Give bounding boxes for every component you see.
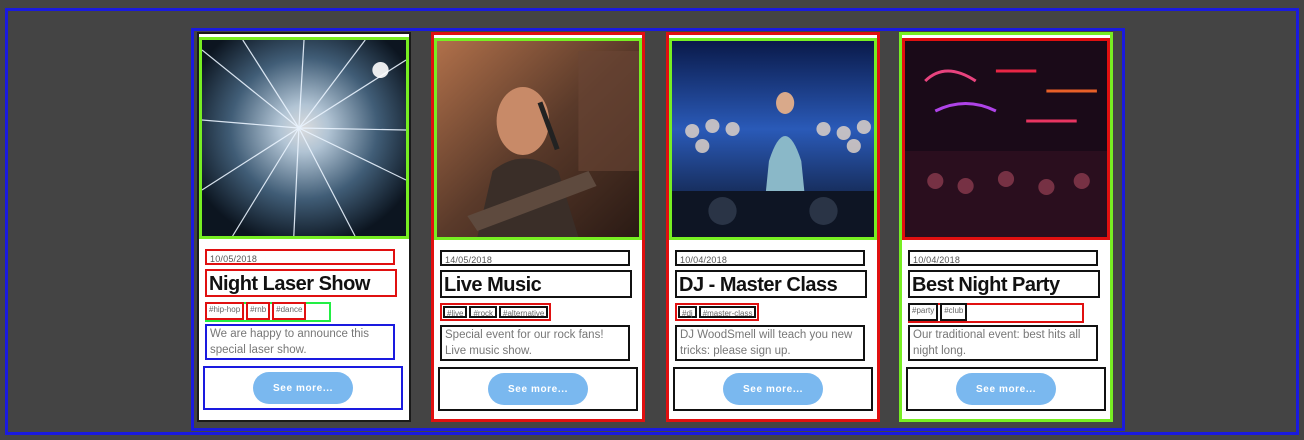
button-area: See more...	[906, 367, 1106, 411]
event-card[interactable]: 10/04/2018 DJ - Master Class #dj #master…	[666, 32, 880, 422]
button-area: See more...	[673, 367, 873, 411]
see-more-button[interactable]: See more...	[723, 373, 823, 405]
tag[interactable]: #dance	[272, 302, 307, 320]
event-description: DJ WoodSmell will teach you new tricks: …	[675, 325, 865, 361]
tag[interactable]: #club	[940, 303, 968, 321]
event-tags: #dj #master-class	[675, 303, 760, 321]
button-area: See more...	[203, 366, 403, 410]
event-card[interactable]: 10/04/2018 Best Night Party #party #club…	[899, 32, 1113, 422]
event-tags: #party #club	[908, 303, 968, 321]
see-more-button[interactable]: See more...	[253, 372, 353, 404]
tag[interactable]: #party	[908, 303, 939, 321]
event-image	[902, 38, 1110, 240]
event-title: Night Laser Show	[205, 269, 397, 297]
tag[interactable]: #hip-hop	[205, 302, 245, 320]
event-date: 14/05/2018	[440, 250, 630, 266]
see-more-button[interactable]: See more...	[488, 373, 588, 405]
event-title: Best Night Party	[908, 270, 1100, 298]
event-tags: #hip-hop #rnb #dance	[205, 302, 307, 320]
event-image	[199, 37, 409, 239]
tag[interactable]: #rnb	[246, 302, 271, 320]
event-date: 10/04/2018	[675, 250, 865, 266]
tag[interactable]: #dj	[678, 306, 697, 318]
event-description: Our traditional event: best hits all nig…	[908, 325, 1098, 361]
button-area: See more...	[438, 367, 638, 411]
tag[interactable]: #alternative	[499, 306, 549, 318]
see-more-button[interactable]: See more...	[956, 373, 1056, 405]
event-title: Live Music	[440, 270, 632, 298]
event-description: We are happy to announce this special la…	[205, 324, 395, 360]
tag[interactable]: #rock	[469, 306, 498, 318]
event-date: 10/05/2018	[205, 249, 395, 265]
event-image	[434, 38, 642, 240]
event-image	[669, 38, 877, 240]
tag[interactable]: #live	[443, 306, 468, 318]
event-card[interactable]: 14/05/2018 Live Music #live #rock #alter…	[431, 32, 645, 422]
tag[interactable]: #master-class	[698, 306, 757, 318]
event-tags: #live #rock #alternative	[440, 303, 552, 321]
event-date: 10/04/2018	[908, 250, 1098, 266]
event-title: DJ - Master Class	[675, 270, 867, 298]
event-card[interactable]: 10/05/2018 Night Laser Show #hip-hop #rn…	[197, 32, 411, 422]
event-description: Special event for our rock fans! Live mu…	[440, 325, 630, 361]
